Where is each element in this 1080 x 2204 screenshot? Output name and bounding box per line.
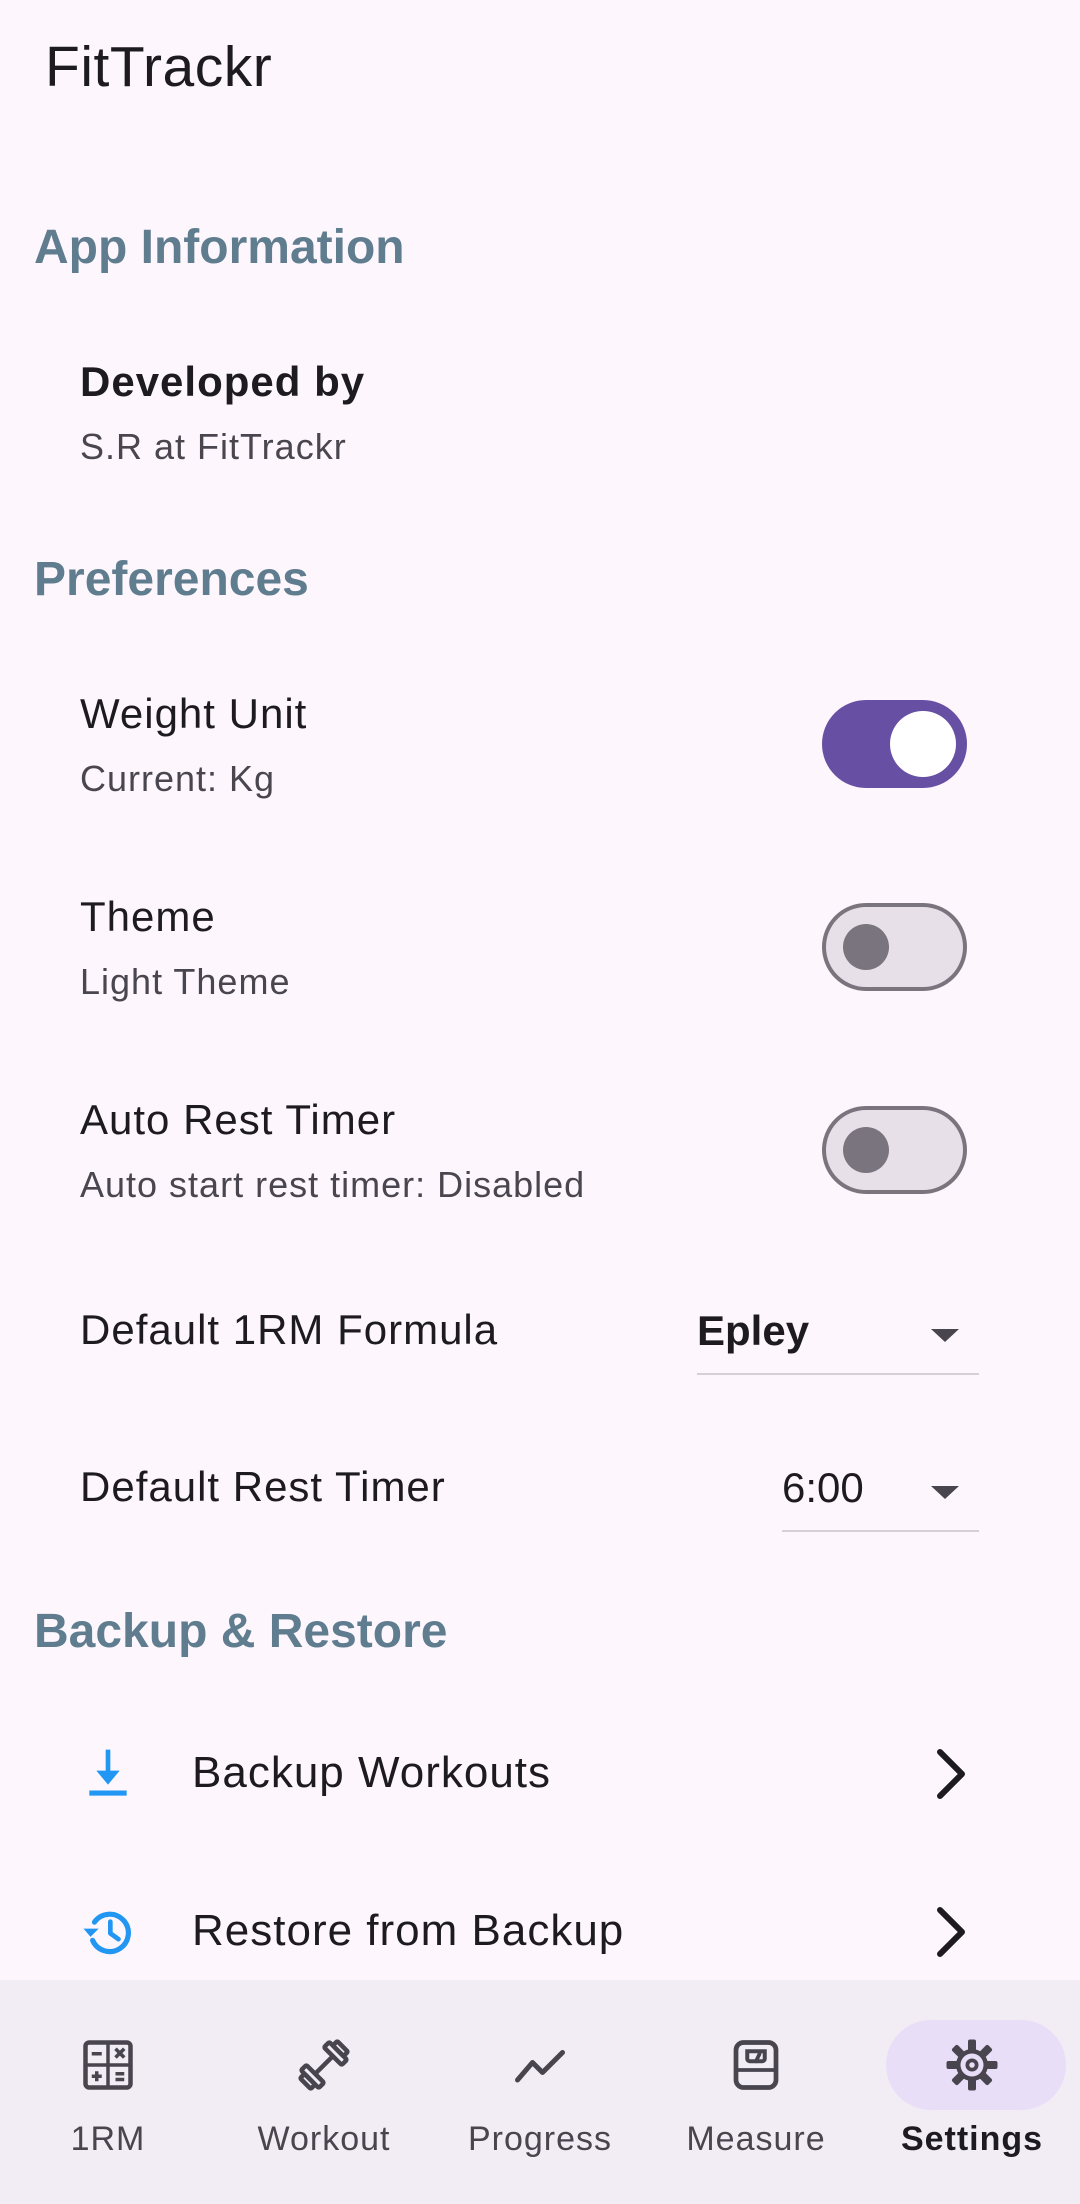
settings-page: FitTrackr App Information Developed by S… xyxy=(0,0,1080,2204)
dumbbell-icon xyxy=(298,2039,350,2091)
history-icon xyxy=(83,1911,131,1955)
nav-item-measure[interactable]: Measure xyxy=(648,1980,864,2204)
bottom-navigation: 1RM Workout Progress Measure Settings xyxy=(0,1980,1080,2204)
section-backup-restore: Backup & Restore xyxy=(34,1605,448,1658)
developed-by-value: S.R at FitTrackr xyxy=(80,426,347,467)
nav-item-workout[interactable]: Workout xyxy=(216,1980,432,2204)
scale-icon xyxy=(733,2040,779,2090)
calculator-icon xyxy=(83,2040,133,2090)
rest-timer-label: Default Rest Timer xyxy=(80,1463,446,1510)
switch-thumb xyxy=(843,1127,889,1173)
nav-label-settings: Settings xyxy=(900,2120,1044,2158)
nav-label-1rm: 1RM xyxy=(70,2120,146,2158)
weight-unit-subtitle: Current: Kg xyxy=(80,758,276,799)
rest-timer-value: 6:00 xyxy=(782,1464,864,1511)
formula-label: Default 1RM Formula xyxy=(80,1306,499,1353)
backup-workouts-label: Backup Workouts xyxy=(192,1748,552,1797)
weight-unit-switch[interactable] xyxy=(822,700,967,788)
trend-icon xyxy=(515,2050,565,2083)
formula-value: Epley xyxy=(697,1307,810,1354)
nav-item-settings[interactable]: Settings xyxy=(864,1980,1080,2204)
nav-item-1rm[interactable]: 1RM xyxy=(0,1980,216,2204)
restore-backup-label: Restore from Backup xyxy=(192,1906,625,1955)
nav-label-workout: Workout xyxy=(257,2120,391,2158)
section-app-information: App Information xyxy=(34,221,405,274)
auto-rest-timer-subtitle: Auto start rest timer: Disabled xyxy=(80,1164,586,1205)
weight-unit-title: Weight Unit xyxy=(80,690,308,737)
formula-dropdown[interactable]: Epley xyxy=(697,1303,979,1375)
theme-subtitle: Light Theme xyxy=(80,961,291,1002)
chevron-down-icon xyxy=(931,1486,959,1499)
section-preferences: Preferences xyxy=(34,553,309,606)
restore-backup-row[interactable]: Restore from Backup xyxy=(0,1876,1080,1986)
backup-workouts-row[interactable]: Backup Workouts xyxy=(0,1718,1080,1828)
nav-label-progress: Progress xyxy=(467,2120,613,2158)
gear-icon xyxy=(946,2039,998,2091)
auto-rest-timer-title: Auto Rest Timer xyxy=(80,1096,397,1143)
app-title: FitTrackr xyxy=(45,35,273,99)
developed-by-title: Developed by xyxy=(80,358,366,405)
auto-rest-timer-switch[interactable] xyxy=(822,1106,967,1194)
switch-thumb xyxy=(890,711,956,777)
switch-thumb xyxy=(843,924,889,970)
chevron-right-icon xyxy=(937,1749,965,1799)
rest-timer-dropdown[interactable]: 6:00 xyxy=(782,1460,979,1532)
theme-title: Theme xyxy=(80,893,216,940)
chevron-right-icon xyxy=(937,1907,965,1957)
theme-switch[interactable] xyxy=(822,903,967,991)
chevron-down-icon xyxy=(931,1329,959,1342)
nav-item-progress[interactable]: Progress xyxy=(432,1980,648,2204)
nav-label-measure: Measure xyxy=(686,2120,826,2158)
download-icon xyxy=(89,1749,127,1796)
